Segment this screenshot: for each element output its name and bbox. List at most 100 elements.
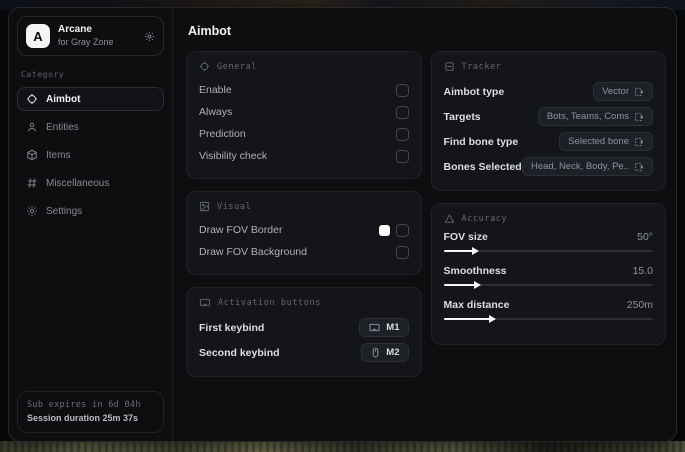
checkbox[interactable]: [395, 127, 409, 141]
sidebar-item-label: Miscellaneous: [46, 177, 110, 189]
keybind-value: M1: [386, 322, 400, 333]
select-row: Bones Selected Head, Neck, Body, Pe..: [443, 154, 653, 179]
app-subtitle: for Gray Zone: [58, 36, 114, 47]
slider-fill: [443, 318, 490, 320]
select-row: Targets Bots, Teams, Coms: [443, 104, 653, 129]
slider-value: 15.0: [632, 265, 653, 277]
checkbox[interactable]: [395, 245, 409, 259]
checkbox[interactable]: [395, 83, 409, 97]
select-value: Bots, Teams, Coms: [546, 111, 629, 122]
toggle-label: Always: [199, 106, 233, 118]
color-swatch[interactable]: [378, 224, 390, 236]
sidebar-item-label: Items: [46, 149, 71, 161]
select-label: Aimbot type: [443, 85, 505, 98]
sidebar-item-label: Aimbot: [46, 93, 81, 105]
general-section-title: General: [217, 61, 258, 72]
visual-row: Draw FOV Background: [199, 241, 409, 263]
keybind-value: M2: [386, 347, 400, 358]
page-title: Aimbot: [188, 24, 232, 38]
slider[interactable]: [443, 314, 653, 324]
toggle-label: Enable: [199, 84, 232, 96]
game-background-bottom: [0, 441, 685, 452]
slider-row: FOV size 50°: [443, 231, 653, 256]
sidebar-item-settings[interactable]: Settings: [17, 199, 164, 223]
keybind-row: Second keybind M2: [199, 340, 409, 365]
select-row: Find bone type Selected bone: [443, 129, 653, 154]
accuracy-card: Accuracy FOV size 50° Smoothness 15.0 Max di…: [430, 203, 666, 345]
keybind-label: Second keybind: [199, 346, 280, 359]
toggle-label: Visibility check: [199, 150, 268, 162]
sidebar: A Arcane for Gray Zone Category Aimbot En…: [9, 8, 173, 441]
app-name: Arcane: [58, 24, 92, 36]
toggle-label: Draw FOV Border: [199, 224, 283, 236]
sidebar-nav: Aimbot Entities Items Miscellaneous Settings: [17, 87, 164, 223]
gear-icon[interactable]: [144, 31, 155, 42]
checkbox[interactable]: [395, 105, 409, 119]
checkbox[interactable]: [395, 223, 409, 237]
keybind-button[interactable]: M1: [359, 318, 409, 337]
image-icon: [199, 201, 210, 212]
general-row: Enable: [199, 79, 409, 101]
general-row: Prediction: [199, 123, 409, 145]
checkbox[interactable]: [395, 149, 409, 163]
sub-expires-text: Sub expires in 6d 04h: [27, 399, 141, 410]
keybind-button[interactable]: M2: [361, 343, 409, 362]
keyboard-icon: [368, 322, 381, 333]
sidebar-item-entities[interactable]: Entities: [17, 115, 164, 139]
slider-row: Max distance 250m: [443, 299, 653, 324]
activation-section-title: Activation buttons: [218, 297, 321, 308]
slider-label: Smoothness: [443, 265, 507, 277]
tracker-section-title: Tracker: [461, 61, 502, 72]
category-label: Category: [21, 70, 65, 79]
slider-fill: [443, 284, 475, 286]
slider-fill: [443, 250, 473, 252]
gear-icon: [26, 205, 38, 217]
crosshair-icon: [199, 61, 210, 72]
select-dropdown[interactable]: Vector: [593, 82, 653, 101]
mouse-icon: [370, 347, 381, 358]
visual-row: Draw FOV Border: [199, 219, 409, 241]
keybind-row: First keybind M1: [199, 315, 409, 340]
brand-card: A Arcane for Gray Zone: [17, 16, 164, 56]
sidebar-item-miscellaneous[interactable]: Miscellaneous: [17, 171, 164, 195]
activation-card: Activation buttons First keybind M1 Second…: [186, 287, 422, 377]
slider-value: 250m: [626, 299, 653, 311]
slider-thumb[interactable]: [488, 315, 496, 323]
select-label: Targets: [443, 110, 481, 123]
visual-card: Visual Draw FOV Border Draw FOV Backgroun…: [186, 191, 422, 275]
slider[interactable]: [443, 280, 653, 290]
select-dropdown[interactable]: Selected bone: [559, 132, 653, 151]
expand-icon: [634, 137, 644, 147]
expand-icon: [634, 87, 644, 97]
sidebar-item-aimbot[interactable]: Aimbot: [17, 87, 164, 111]
triangle-icon: [444, 213, 455, 224]
slider-row: Smoothness 15.0: [443, 265, 653, 290]
slider-label: Max distance: [443, 299, 510, 311]
accuracy-section-title: Accuracy: [461, 213, 508, 224]
slider[interactable]: [443, 246, 653, 256]
expand-icon: [634, 112, 644, 122]
select-dropdown[interactable]: Head, Neck, Body, Pe..: [521, 157, 653, 176]
slider-thumb[interactable]: [473, 281, 481, 289]
keybind-label: First keybind: [199, 321, 265, 334]
person-icon: [26, 121, 38, 133]
select-label: Find bone type: [443, 135, 519, 148]
select-dropdown[interactable]: Bots, Teams, Coms: [537, 107, 653, 126]
app-logo: A: [26, 24, 50, 48]
slider-value: 50°: [637, 231, 653, 243]
select-value: Selected bone: [568, 136, 629, 147]
sidebar-item-label: Settings: [46, 205, 83, 217]
general-row: Visibility check: [199, 145, 409, 167]
slider-thumb[interactable]: [471, 247, 479, 255]
expand-icon: [634, 162, 644, 172]
general-card: General Enable Always Prediction Visibility…: [186, 51, 422, 179]
sidebar-item-items[interactable]: Items: [17, 143, 164, 167]
slider-label: FOV size: [443, 231, 488, 243]
subscription-card: Sub expires in 6d 04h Session duration 2…: [17, 390, 164, 433]
toggle-label: Prediction: [199, 128, 246, 140]
toggle-label: Draw FOV Background: [199, 246, 307, 258]
select-row: Aimbot type Vector: [443, 79, 653, 104]
frame-icon: [444, 61, 455, 72]
keyboard-icon: [199, 297, 211, 308]
select-label: Bones Selected: [443, 160, 522, 173]
